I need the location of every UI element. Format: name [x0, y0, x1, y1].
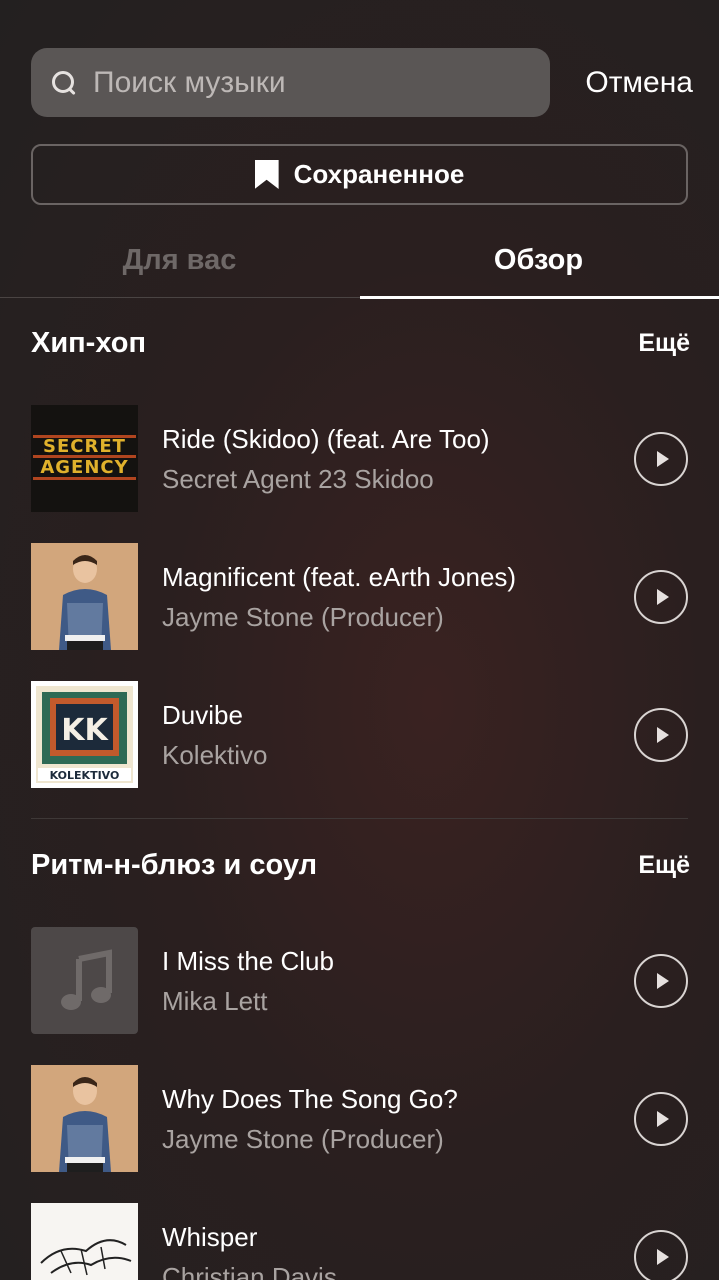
track-title: Magnificent (feat. eArth Jones) — [162, 561, 517, 592]
track-title: I Miss the Club — [162, 945, 334, 976]
cover-brand-text: KOLEKTIVO — [50, 769, 120, 782]
play-icon — [657, 588, 669, 605]
section-header-rnb-soul: Ритм-н-блюз и соул Ещё — [31, 845, 690, 885]
bookmark-icon — [254, 160, 279, 189]
track-row[interactable]: SECRET AGENCY Ride (Skidoo) (feat. Are T… — [31, 405, 688, 512]
more-link-rnb-soul[interactable]: Ещё — [638, 851, 690, 880]
track-text: Ride (Skidoo) (feat. Are Too) Secret Age… — [162, 423, 634, 495]
tab-bar: Для вас Обзор — [0, 222, 719, 299]
saved-button[interactable]: Сохраненное — [31, 144, 688, 205]
play-icon — [657, 1248, 669, 1265]
album-cover-jayme-stone — [31, 543, 138, 650]
track-row[interactable]: Why Does The Song Go? Jayme Stone (Produ… — [31, 1065, 688, 1172]
track-title: Why Does The Song Go? — [162, 1083, 458, 1114]
track-title: Ride (Skidoo) (feat. Are Too) — [162, 423, 490, 454]
search-input[interactable] — [93, 65, 513, 100]
album-cover-kolektivo: KK KOLEKTIVO — [31, 681, 138, 788]
track-title: Whisper — [162, 1221, 258, 1252]
search-row: Отмена — [31, 48, 693, 117]
track-text: I Miss the Club Mika Lett — [162, 945, 634, 1017]
section-title: Хип-хоп — [31, 326, 146, 359]
track-title: Duvibe — [162, 699, 243, 730]
album-cover-secret-agent: SECRET AGENCY — [31, 405, 138, 512]
cover-text-line-1: SECRET — [43, 436, 126, 457]
music-note-icon — [61, 949, 112, 1010]
saved-label: Сохраненное — [293, 159, 465, 189]
play-icon — [657, 1110, 669, 1127]
track-artist: Kolektivo — [162, 739, 268, 770]
track-artist: Secret Agent 23 Skidoo — [162, 463, 434, 494]
album-cover-placeholder — [31, 927, 138, 1034]
cover-text-line-2: AGENCY — [40, 457, 128, 478]
play-button[interactable] — [634, 569, 688, 624]
track-text: Duvibe Kolektivo — [162, 699, 634, 771]
play-button[interactable] — [634, 1091, 688, 1146]
track-row[interactable]: Magnificent (feat. eArth Jones) Jayme St… — [31, 543, 688, 650]
track-artist: Mika Lett — [162, 985, 268, 1016]
active-tab-indicator — [360, 296, 719, 299]
music-search-screen: Отмена Сохраненное Для вас Обзор Хип-хоп… — [0, 0, 719, 1280]
tab-browse[interactable]: Обзор — [359, 222, 718, 298]
play-button[interactable] — [634, 707, 688, 762]
track-artist: Jayme Stone (Producer) — [162, 1123, 444, 1154]
album-cover-whisper — [31, 1203, 138, 1280]
play-button[interactable] — [634, 953, 688, 1008]
more-link-hip-hop[interactable]: Ещё — [638, 329, 690, 358]
track-artist: Jayme Stone (Producer) — [162, 601, 444, 632]
track-text: Why Does The Song Go? Jayme Stone (Produ… — [162, 1083, 634, 1155]
search-icon — [51, 70, 77, 96]
track-row[interactable]: Whisper Christian Davis — [31, 1203, 688, 1280]
track-artist: Christian Davis — [162, 1261, 337, 1280]
play-button[interactable] — [634, 1229, 688, 1280]
play-button[interactable] — [634, 431, 688, 486]
tab-for-you[interactable]: Для вас — [0, 222, 359, 298]
search-box[interactable] — [31, 48, 550, 117]
track-row[interactable]: I Miss the Club Mika Lett — [31, 927, 688, 1034]
play-icon — [657, 972, 669, 989]
album-cover-jayme-stone — [31, 1065, 138, 1172]
play-icon — [657, 450, 669, 467]
section-header-hip-hop: Хип-хоп Ещё — [31, 323, 690, 363]
track-row[interactable]: KK KOLEKTIVO Duvibe Kolektivo — [31, 681, 688, 788]
cancel-button[interactable]: Отмена — [585, 66, 693, 100]
track-text: Magnificent (feat. eArth Jones) Jayme St… — [162, 561, 634, 633]
track-text: Whisper Christian Davis — [162, 1221, 634, 1280]
section-title: Ритм-н-блюз и соул — [31, 848, 318, 881]
section-divider — [31, 818, 688, 819]
play-icon — [657, 726, 669, 743]
cover-monogram: KK — [61, 713, 109, 748]
